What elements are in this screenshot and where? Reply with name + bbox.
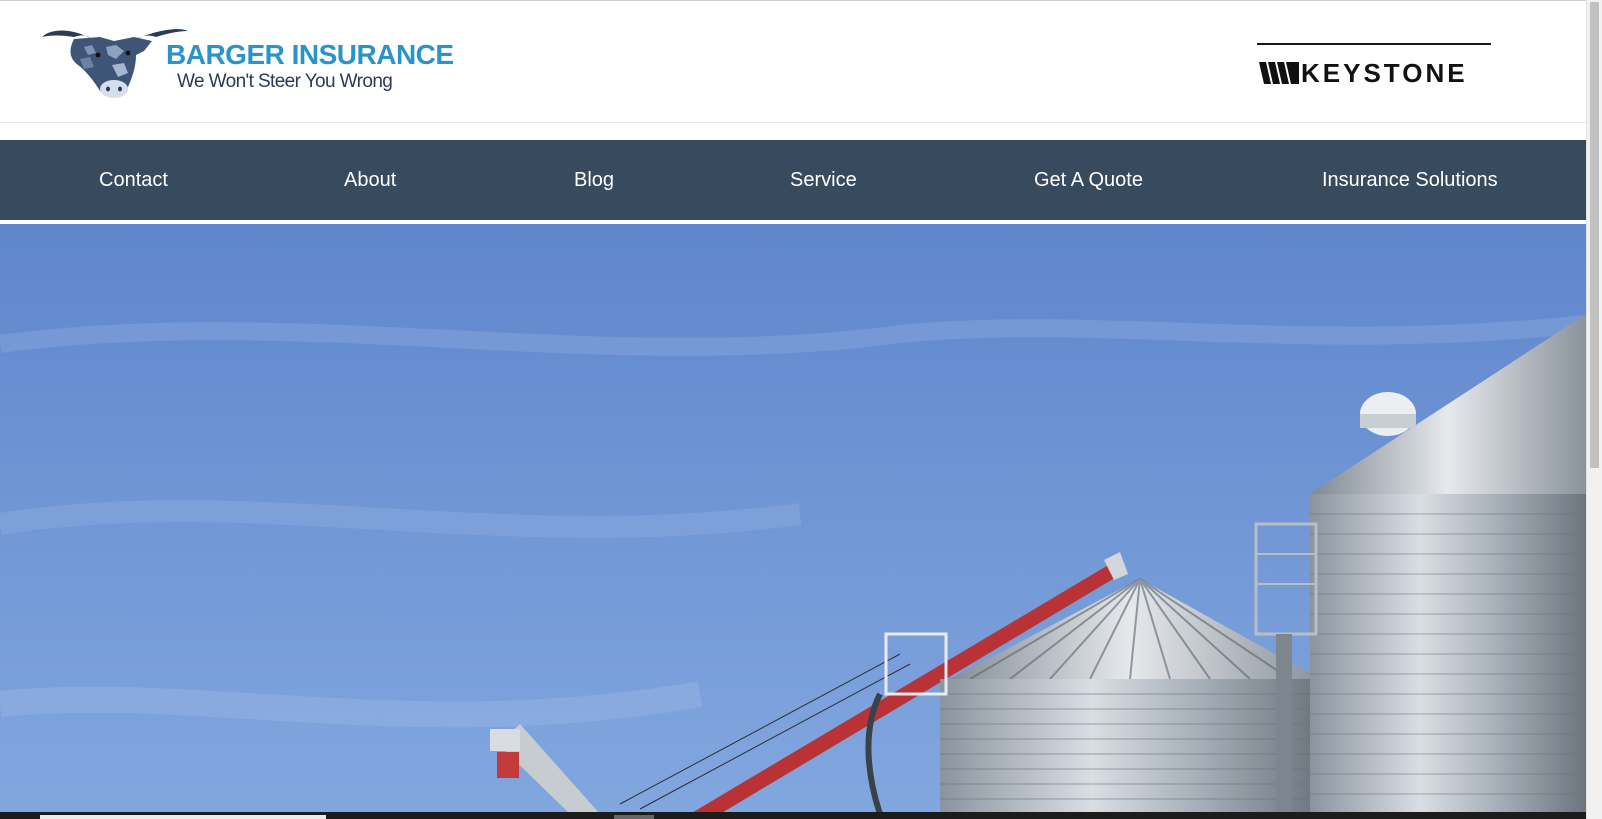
hero-grain-bins-image: [0, 224, 1586, 814]
site-header: BARGER INSURANCE We Won't Steer You Wron…: [0, 1, 1586, 123]
keystone-mark-icon: [1259, 62, 1299, 84]
keystone-rule: [1257, 43, 1491, 45]
page: BARGER INSURANCE We Won't Steer You Wron…: [0, 0, 1586, 819]
main-nav: Contact About Blog Service Get A Quote I…: [0, 140, 1586, 224]
bottom-strip-segment: [40, 815, 326, 819]
brand-tagline: We Won't Steer You Wrong: [177, 71, 393, 92]
nav-item-about[interactable]: About: [344, 140, 396, 220]
hero-banner: [0, 224, 1586, 814]
nav-item-contact[interactable]: Contact: [99, 140, 168, 220]
nav-item-service[interactable]: Service: [790, 140, 857, 220]
scrollbar-thumb[interactable]: [1590, 2, 1599, 468]
vertical-scrollbar[interactable]: [1586, 0, 1602, 819]
bottom-strip-segment: [614, 815, 654, 819]
nav-item-get-a-quote[interactable]: Get A Quote: [1034, 140, 1143, 220]
nav-item-insurance-solutions[interactable]: Insurance Solutions: [1322, 140, 1498, 220]
brand-name: BARGER INSURANCE: [166, 39, 454, 70]
nav-item-blog[interactable]: Blog: [574, 140, 614, 220]
keystone-wordmark: KEYSTONE: [1301, 58, 1468, 88]
brand-logo[interactable]: BARGER INSURANCE We Won't Steer You Wron…: [40, 25, 454, 101]
keystone-partner-logo[interactable]: KEYSTONE: [1257, 41, 1491, 89]
